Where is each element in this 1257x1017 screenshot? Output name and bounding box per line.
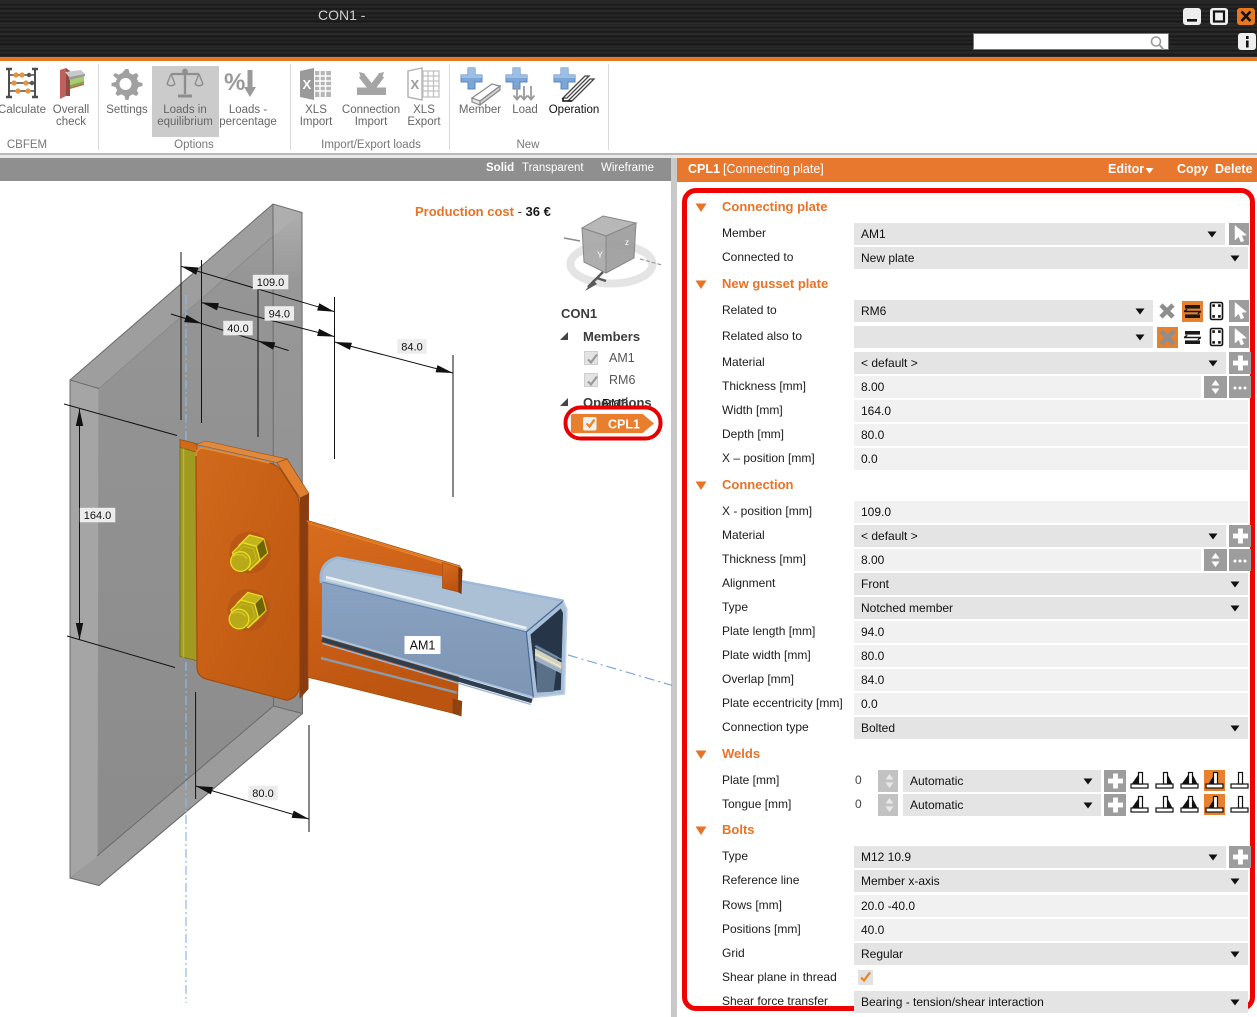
svg-text:109.0: 109.0 xyxy=(257,277,285,289)
svg-text:Y: Y xyxy=(597,250,603,260)
svg-text:40.0: 40.0 xyxy=(227,323,248,335)
svg-text:X: X xyxy=(303,77,312,92)
svg-text:84.0: 84.0 xyxy=(401,341,422,353)
svg-text:X: X xyxy=(411,77,420,92)
svg-text:%: % xyxy=(224,69,245,96)
svg-text:AM1: AM1 xyxy=(410,639,436,653)
svg-text:80.0: 80.0 xyxy=(252,788,273,800)
svg-text:CPL1: CPL1 xyxy=(608,418,640,432)
svg-text:94.0: 94.0 xyxy=(269,308,290,320)
svg-text:164.0: 164.0 xyxy=(84,510,112,522)
svg-text:z: z xyxy=(625,238,629,247)
